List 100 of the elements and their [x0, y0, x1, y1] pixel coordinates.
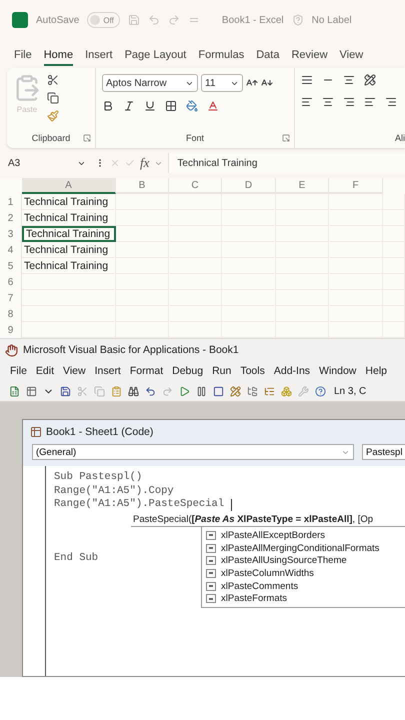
- completion-item[interactable]: xlPasteFormats: [202, 592, 405, 606]
- menu-item[interactable]: Add-Ins: [274, 365, 310, 377]
- empty-cell[interactable]: [116, 194, 169, 210]
- align-center-icon[interactable]: [322, 96, 334, 108]
- font-color-icon[interactable]: [207, 100, 219, 112]
- table-cell[interactable]: Technical Training: [22, 194, 116, 210]
- object-dropdown[interactable]: (General): [32, 444, 354, 460]
- menu-item[interactable]: Debug: [172, 365, 204, 377]
- row-header[interactable]: 8: [0, 306, 22, 322]
- empty-cell[interactable]: [116, 210, 169, 226]
- row-header[interactable]: 6: [0, 274, 22, 290]
- top-align-icon[interactable]: [301, 74, 313, 86]
- italic-icon[interactable]: [123, 100, 135, 112]
- run-icon[interactable]: [179, 386, 190, 396]
- code-editor[interactable]: [23, 466, 405, 676]
- redo-icon[interactable]: [168, 14, 180, 26]
- pause-icon[interactable]: [196, 386, 207, 396]
- borders-icon[interactable]: [165, 100, 177, 112]
- dialog-launcher-icon[interactable]: [83, 134, 91, 142]
- find-icon[interactable]: [128, 386, 139, 396]
- align-right-icon[interactable]: [343, 96, 355, 108]
- bottom-align-icon[interactable]: [343, 74, 355, 86]
- fill-color-icon[interactable]: [186, 100, 198, 112]
- paste-label: Paste: [16, 105, 38, 114]
- menu-item[interactable]: Window: [319, 365, 356, 377]
- redo-icon[interactable]: [162, 386, 173, 396]
- empty-cell[interactable]: [22, 306, 116, 322]
- row-header[interactable]: 2: [0, 210, 22, 226]
- enter-icon[interactable]: [125, 158, 135, 168]
- copy-icon[interactable]: [47, 92, 59, 104]
- empty-cell[interactable]: [383, 194, 405, 210]
- dialog-launcher-icon[interactable]: [282, 134, 290, 142]
- decrease-indent-icon[interactable]: [364, 96, 376, 108]
- font-name-dropdown[interactable]: Aptos Narrow: [102, 74, 198, 92]
- empty-cell[interactable]: [169, 194, 222, 210]
- column-header[interactable]: E: [276, 178, 329, 194]
- empty-cell[interactable]: [22, 290, 116, 306]
- help-icon[interactable]: [315, 386, 326, 396]
- empty-cell[interactable]: [329, 194, 383, 210]
- increase-indent-icon[interactable]: [385, 96, 397, 108]
- table-cell[interactable]: Technical Training: [22, 226, 116, 242]
- ribbon-tab[interactable]: Home: [44, 42, 74, 66]
- underline-icon[interactable]: [144, 100, 156, 112]
- empty-cell[interactable]: [22, 274, 116, 290]
- font-size-dropdown[interactable]: 11: [201, 74, 243, 92]
- completion-item[interactable]: xlPasteComments: [202, 580, 405, 592]
- bold-icon[interactable]: [102, 100, 114, 112]
- align-left-icon[interactable]: [301, 96, 313, 108]
- procedure-dropdown[interactable]: Pastespl: [362, 444, 405, 460]
- properties-icon[interactable]: [264, 386, 275, 396]
- completion-item[interactable]: xlPasteAllUsingSourceTheme: [202, 554, 405, 568]
- table-cell[interactable]: Technical Training: [22, 258, 116, 274]
- row-header[interactable]: 3: [0, 226, 22, 242]
- stop-icon[interactable]: [213, 386, 224, 396]
- save-icon[interactable]: [60, 386, 71, 396]
- menu-item[interactable]: Format: [130, 365, 164, 377]
- excel-view-icon[interactable]: [9, 386, 20, 396]
- completion-item[interactable]: xlPasteColumnWidths: [202, 567, 405, 580]
- completion-item[interactable]: xlPasteAllExceptBorders: [202, 529, 405, 542]
- format-painter-icon[interactable]: [47, 110, 59, 122]
- ribbon-tab[interactable]: File: [14, 42, 32, 66]
- row-header[interactable]: 7: [0, 290, 22, 306]
- undo-icon[interactable]: [145, 386, 156, 396]
- formula-field[interactable]: Technical Training: [168, 153, 405, 173]
- row-header[interactable]: 1: [0, 194, 22, 210]
- table-cell[interactable]: Technical Training: [22, 210, 116, 226]
- ribbon-tab[interactable]: Insert: [85, 42, 113, 66]
- empty-cell[interactable]: [276, 194, 329, 210]
- column-header[interactable]: C: [169, 178, 222, 194]
- project-explorer-icon[interactable]: [247, 386, 258, 396]
- menu-item[interactable]: Help: [365, 365, 388, 377]
- paste-icon[interactable]: [111, 386, 122, 396]
- window-title: Microsoft Visual Basic for Applications - Book1: [23, 344, 239, 356]
- column-header[interactable]: F: [329, 178, 383, 194]
- menu-item[interactable]: Insert: [94, 365, 121, 377]
- row-header[interactable]: 5: [0, 258, 22, 274]
- empty-cell[interactable]: [222, 194, 276, 210]
- menu-item[interactable]: File: [10, 365, 27, 377]
- menu-item[interactable]: View: [63, 365, 86, 377]
- completion-item[interactable]: xlPasteAllMergingConditionalFormats: [202, 542, 405, 554]
- insert-form-icon[interactable]: [26, 386, 37, 396]
- cut-icon[interactable]: [47, 74, 59, 86]
- column-header[interactable]: A: [22, 178, 116, 194]
- row-header[interactable]: 4: [0, 242, 22, 258]
- ribbon-tab[interactable]: Review: [291, 42, 328, 66]
- cancel-icon[interactable]: [110, 158, 120, 168]
- name-box[interactable]: A3: [8, 158, 20, 168]
- menu-item[interactable]: Tools: [240, 365, 265, 377]
- table-cell[interactable]: Technical Training: [22, 242, 116, 258]
- menu-item[interactable]: Run: [212, 365, 232, 377]
- column-header[interactable]: D: [222, 178, 276, 194]
- ribbon-tab[interactable]: View: [340, 42, 364, 66]
- insert-function-button[interactable]: fx: [140, 155, 150, 171]
- ribbon-tab[interactable]: Data: [256, 42, 280, 66]
- empty-cell[interactable]: [116, 242, 169, 258]
- column-header[interactable]: B: [116, 178, 169, 194]
- empty-cell[interactable]: [116, 226, 169, 242]
- ribbon-tab[interactable]: Formulas: [198, 42, 244, 66]
- menu-item[interactable]: Edit: [36, 365, 54, 377]
- ribbon-tab[interactable]: Page Layout: [124, 42, 186, 66]
